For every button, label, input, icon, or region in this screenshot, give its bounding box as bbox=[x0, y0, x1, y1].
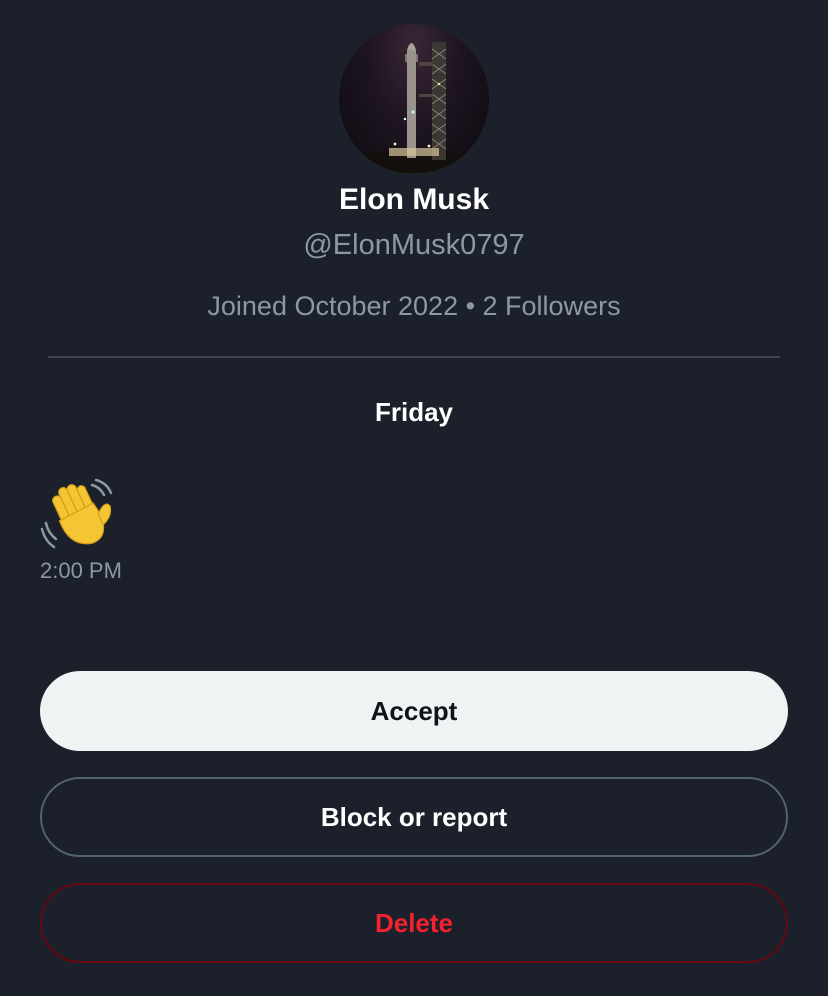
waving-hand-emoji-icon bbox=[40, 478, 113, 549]
message-bubble[interactable] bbox=[40, 477, 120, 553]
block-or-report-button[interactable]: Block or report bbox=[40, 777, 788, 857]
profile-handle: @ElonMusk0797 bbox=[303, 229, 525, 261]
date-separator: Friday bbox=[374, 397, 454, 427]
divider bbox=[48, 356, 780, 358]
profile-name[interactable]: Elon Musk bbox=[0, 183, 828, 217]
message-timestamp: 2:00 PM bbox=[40, 558, 122, 583]
accept-button[interactable]: Accept bbox=[40, 671, 788, 751]
delete-button[interactable]: Delete bbox=[40, 883, 788, 963]
rocket-launch-tower-icon bbox=[339, 42, 489, 174]
avatar[interactable] bbox=[339, 24, 489, 174]
profile-meta: Joined October 2022 • 2 Followers bbox=[207, 291, 621, 321]
message-request-screen: Elon Musk @ElonMusk0797 Joined October 2… bbox=[0, 0, 828, 996]
